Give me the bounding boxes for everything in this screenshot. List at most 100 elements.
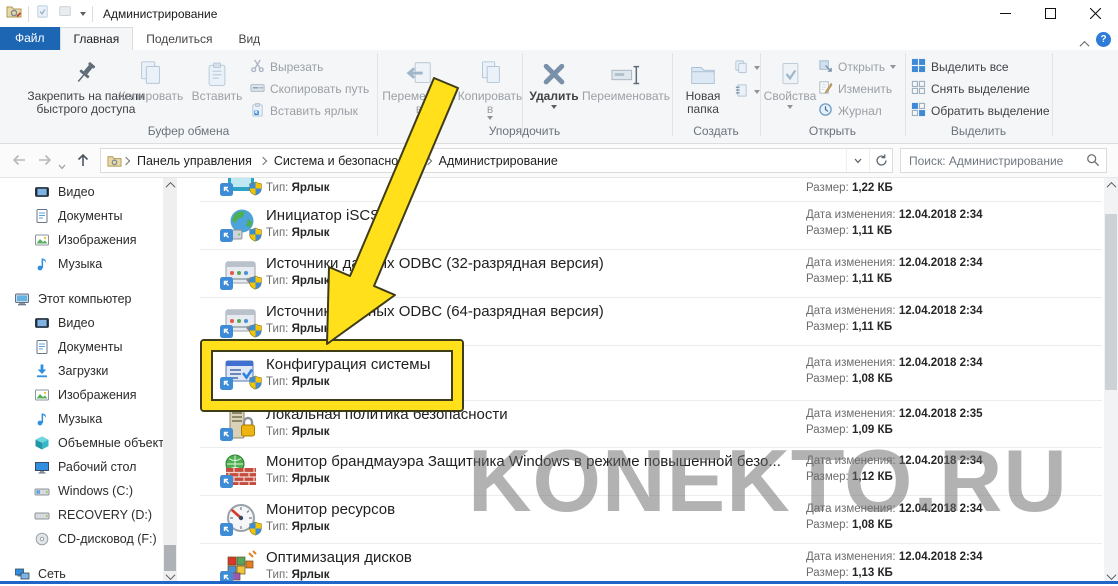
sidebar-item-documents[interactable]: Документы	[0, 204, 178, 228]
downloads-icon	[34, 363, 50, 379]
cut-button[interactable]: Вырезать	[250, 57, 323, 77]
refresh-icon[interactable]	[869, 149, 892, 172]
minimize-button[interactable]	[983, 0, 1028, 27]
close-button[interactable]	[1073, 0, 1118, 27]
qat-newfolder-icon[interactable]	[58, 4, 72, 23]
computer-icon	[14, 291, 30, 307]
move-to-button[interactable]: Переместить в	[381, 54, 457, 120]
recent-locations-icon[interactable]	[58, 157, 66, 175]
sidebar-item-pictures[interactable]: Изображения	[0, 383, 178, 407]
address-dropdown-icon[interactable]	[846, 149, 869, 172]
shortcut-arrow-icon	[220, 277, 233, 295]
file-row-firewall-monitor[interactable]: Монитор брандмауэра Защитника Windows в …	[200, 448, 1102, 496]
back-icon[interactable]	[10, 151, 28, 174]
edit-button[interactable]: Изменить	[818, 79, 892, 99]
documents-icon	[34, 208, 50, 224]
qat-properties-icon[interactable]	[35, 4, 50, 24]
file-row-partial[interactable]: Тип: Ярлык Размер: 1,22 КБ	[200, 178, 1102, 202]
search-input[interactable]	[900, 148, 1107, 173]
delete-button[interactable]: Удалить	[528, 54, 580, 109]
copy-button[interactable]: Копировать	[118, 54, 184, 103]
breadcrumb-control-panel[interactable]: Панель управления	[130, 154, 259, 168]
breadcrumb-system-security[interactable]: Система и безопасность	[267, 154, 424, 168]
sidebar-item-documents[interactable]: Документы	[0, 335, 178, 359]
sidebar-item-windows-c[interactable]: Windows (C:)	[0, 479, 178, 503]
file-row-iscsi[interactable]: Инициатор iSCSIТип: Ярлык Дата изменения…	[200, 202, 1102, 250]
sidebar-item-label: Изображения	[58, 388, 137, 402]
date-value: 12.04.2018 2:34	[899, 209, 983, 221]
file-row-system-config[interactable]: Конфигурация системыТип: Ярлык Дата изме…	[200, 346, 1102, 401]
type-label: Тип:	[266, 323, 288, 335]
security-policy-icon	[222, 406, 260, 444]
open-icon	[818, 58, 833, 76]
search-icon[interactable]	[1086, 153, 1100, 172]
sidebar-item-this-pc[interactable]: Этот компьютер	[0, 287, 178, 311]
forward-icon[interactable]	[36, 151, 54, 174]
select-all-button[interactable]: Выделить все	[911, 57, 1009, 77]
rename-button[interactable]: Переименовать	[582, 54, 670, 103]
shortcut-arrow-icon	[220, 183, 233, 201]
firewall-monitor-icon	[222, 453, 260, 491]
type-label: Тип:	[266, 521, 288, 533]
copy-path-button[interactable]: Скопировать путь	[250, 79, 369, 99]
file-row-disk-defrag[interactable]: Оптимизация дисковТип: Ярлык Дата измене…	[200, 544, 1102, 584]
scrollbar-thumb[interactable]	[1105, 214, 1117, 390]
sidebar-item-pictures[interactable]: Изображения	[0, 228, 178, 252]
sidebar-scrollbar[interactable]	[163, 178, 177, 584]
paste-shortcut-button[interactable]: Вставить ярлык	[250, 101, 358, 121]
select-none-button[interactable]: Снять выделение	[911, 79, 1030, 99]
file-row-resource-monitor[interactable]: Монитор ресурсовТип: Ярлык Дата изменени…	[200, 496, 1102, 544]
cd-icon	[34, 531, 50, 547]
file-name: Оптимизация дисков	[266, 549, 412, 566]
tab-share[interactable]: Поделиться	[133, 28, 225, 50]
up-icon[interactable]	[74, 151, 92, 174]
breadcrumb-admin-tools[interactable]: Администрирование	[432, 154, 565, 168]
help-icon[interactable]: ?	[1096, 32, 1111, 47]
scroll-up-icon[interactable]	[1104, 178, 1118, 193]
tab-file[interactable]: Файл	[0, 27, 60, 50]
divider	[28, 6, 29, 22]
chevron-right-icon	[423, 156, 431, 164]
sidebar-item-recovery-d[interactable]: RECOVERY (D:)	[0, 503, 178, 527]
new-item-button[interactable]	[734, 58, 760, 78]
qat-dropdown-icon[interactable]	[80, 12, 86, 16]
size-label: Размер:	[806, 321, 849, 333]
resource-monitor-icon	[222, 501, 260, 539]
sidebar-item-downloads[interactable]: Загрузки	[0, 359, 178, 383]
open-button[interactable]: Открыть	[818, 57, 896, 77]
sidebar-item-videos[interactable]: Видео	[0, 311, 178, 335]
invert-selection-button[interactable]: Обратить выделение	[911, 101, 1050, 121]
list-scrollbar[interactable]	[1104, 178, 1118, 584]
paste-button[interactable]: Вставить	[188, 54, 246, 103]
scrollbar-thumb[interactable]	[164, 545, 176, 571]
open-label: Открыть	[838, 60, 885, 74]
move-to-label: Переместить в	[381, 90, 457, 116]
copy-to-button[interactable]: Копировать в	[455, 54, 525, 120]
group-label-open: Открыть	[760, 124, 905, 138]
app-icon	[6, 3, 22, 24]
sidebar-item-3d-objects[interactable]: Объемные объекты	[0, 431, 178, 455]
uac-shield-icon	[248, 521, 263, 541]
dropdown-caret-icon	[890, 65, 896, 69]
history-button[interactable]: Журнал	[818, 101, 882, 121]
file-row-odbc64[interactable]: Источники данных ODBC (64-разрядная верс…	[200, 298, 1102, 346]
maximize-button[interactable]	[1028, 0, 1073, 27]
breadcrumb[interactable]: Панель управления Система и безопасность…	[100, 148, 893, 173]
sidebar-item-desktop[interactable]: Рабочий стол	[0, 455, 178, 479]
easy-access-button[interactable]	[734, 82, 760, 102]
properties-button[interactable]: Свойства	[765, 54, 815, 109]
file-row-security-policy[interactable]: Локальная политика безопасностиТип: Ярлы…	[200, 401, 1102, 448]
dropdown-caret-icon	[487, 116, 493, 120]
sidebar-item-cd-drive-f[interactable]: CD-дисковод (F:)	[0, 527, 178, 551]
sidebar-item-music[interactable]: Музыка	[0, 407, 178, 431]
select-all-label: Выделить все	[931, 60, 1009, 74]
size-value: 1,12 КБ	[852, 471, 893, 483]
address-bar: Панель управления Система и безопасность…	[0, 144, 1118, 178]
scroll-up-icon[interactable]	[163, 178, 177, 193]
sidebar-item-music[interactable]: Музыка	[0, 252, 178, 276]
file-row-odbc32[interactable]: Источники данных ODBC (32-разрядная верс…	[200, 250, 1102, 298]
tab-home[interactable]: Главная	[60, 27, 134, 50]
sidebar-item-videos[interactable]: Видео	[0, 180, 178, 204]
tab-view[interactable]: Вид	[225, 28, 273, 50]
new-folder-button[interactable]: Новая папка	[676, 54, 730, 116]
